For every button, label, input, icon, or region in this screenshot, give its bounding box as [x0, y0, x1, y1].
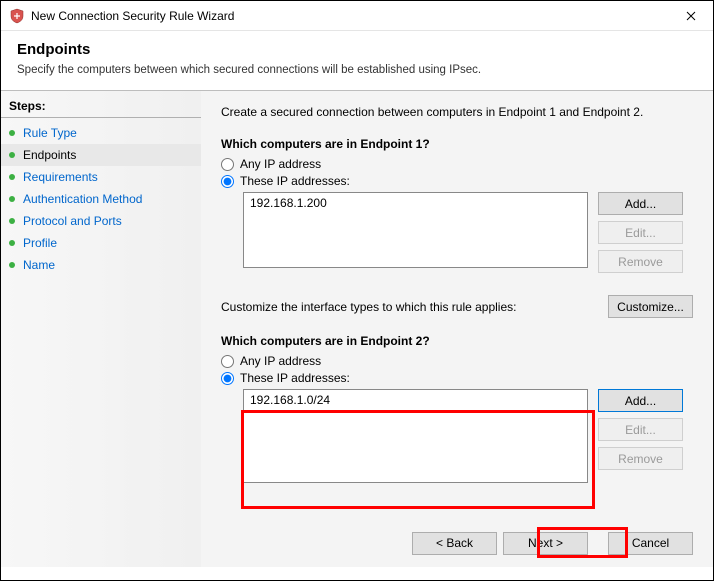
ep2-these-label: These IP addresses:	[240, 371, 350, 385]
cancel-button[interactable]: Cancel	[608, 532, 693, 555]
ep2-remove-button: Remove	[598, 447, 683, 470]
step-endpoints[interactable]: Endpoints	[1, 144, 201, 166]
step-label: Protocol and Ports	[23, 214, 122, 228]
steps-sidebar: Steps: Rule Type Endpoints Requirements Aut…	[1, 91, 201, 567]
ep1-any-radio[interactable]: Any IP address	[221, 157, 693, 171]
ep1-remove-button: Remove	[598, 250, 683, 273]
ep2-any-radio[interactable]: Any IP address	[221, 354, 693, 368]
page-title: Endpoints	[17, 41, 697, 58]
bullet-icon	[9, 262, 15, 268]
step-label: Requirements	[23, 170, 98, 184]
ep1-ip-row: 192.168.1.200 Add... Edit... Remove	[221, 192, 693, 279]
ep2-question: Which computers are in Endpoint 2?	[221, 334, 693, 348]
intro-text: Create a secured connection between comp…	[221, 105, 693, 119]
content-area: Create a secured connection between comp…	[201, 91, 713, 567]
step-requirements[interactable]: Requirements	[1, 166, 201, 188]
ep1-these-radio[interactable]: These IP addresses:	[221, 174, 693, 188]
customize-button[interactable]: Customize...	[608, 295, 693, 318]
ep1-question: Which computers are in Endpoint 1?	[221, 137, 693, 151]
ep2-any-input[interactable]	[221, 355, 234, 368]
bullet-icon	[9, 152, 15, 158]
customize-text: Customize the interface types to which t…	[221, 300, 608, 314]
next-button[interactable]: Next >	[503, 532, 588, 555]
ep1-these-input[interactable]	[221, 175, 234, 188]
bullet-icon	[9, 174, 15, 180]
step-label: Name	[23, 258, 55, 272]
ep2-add-button[interactable]: Add...	[598, 389, 683, 412]
page-subtitle: Specify the computers between which secu…	[17, 64, 697, 76]
ep2-these-radio[interactable]: These IP addresses:	[221, 371, 693, 385]
step-profile[interactable]: Profile	[1, 232, 201, 254]
ep1-any-input[interactable]	[221, 158, 234, 171]
ep2-ip-item[interactable]: 192.168.1.0/24	[250, 393, 581, 407]
bullet-icon	[9, 196, 15, 202]
ep1-button-col: Add... Edit... Remove	[598, 192, 683, 279]
step-protocol-and-ports[interactable]: Protocol and Ports	[1, 210, 201, 232]
wizard-window: New Connection Security Rule Wizard Endp…	[0, 0, 714, 581]
ep2-ip-row: 192.168.1.0/24 Add... Edit... Remove	[221, 389, 693, 483]
page-header: Endpoints Specify the computers between …	[1, 31, 713, 90]
ep1-ip-list[interactable]: 192.168.1.200	[243, 192, 588, 268]
titlebar: New Connection Security Rule Wizard	[1, 1, 713, 31]
step-authentication-method[interactable]: Authentication Method	[1, 188, 201, 210]
ep1-these-label: These IP addresses:	[240, 174, 350, 188]
body: Steps: Rule Type Endpoints Requirements Aut…	[1, 90, 713, 567]
close-button[interactable]	[668, 1, 713, 31]
step-label: Profile	[23, 236, 57, 250]
window-title: New Connection Security Rule Wizard	[31, 9, 668, 23]
ep2-edit-button: Edit...	[598, 418, 683, 441]
step-label: Endpoints	[23, 148, 76, 162]
bullet-icon	[9, 218, 15, 224]
step-label: Authentication Method	[23, 192, 142, 206]
ep1-ip-item[interactable]: 192.168.1.200	[250, 196, 581, 210]
step-label: Rule Type	[23, 126, 77, 140]
ep1-any-label: Any IP address	[240, 157, 321, 171]
app-icon	[9, 8, 25, 24]
ep1-edit-button: Edit...	[598, 221, 683, 244]
customize-row: Customize the interface types to which t…	[221, 295, 693, 318]
bullet-icon	[9, 130, 15, 136]
ep2-ip-list[interactable]: 192.168.1.0/24	[243, 389, 588, 483]
ep2-button-col: Add... Edit... Remove	[598, 389, 683, 476]
wizard-footer: < Back Next > Cancel	[201, 519, 713, 567]
step-name[interactable]: Name	[1, 254, 201, 276]
step-rule-type[interactable]: Rule Type	[1, 122, 201, 144]
bullet-icon	[9, 240, 15, 246]
ep1-add-button[interactable]: Add...	[598, 192, 683, 215]
ep2-any-label: Any IP address	[240, 354, 321, 368]
back-button[interactable]: < Back	[412, 532, 497, 555]
ep2-these-input[interactable]	[221, 372, 234, 385]
steps-title: Steps:	[1, 97, 201, 118]
